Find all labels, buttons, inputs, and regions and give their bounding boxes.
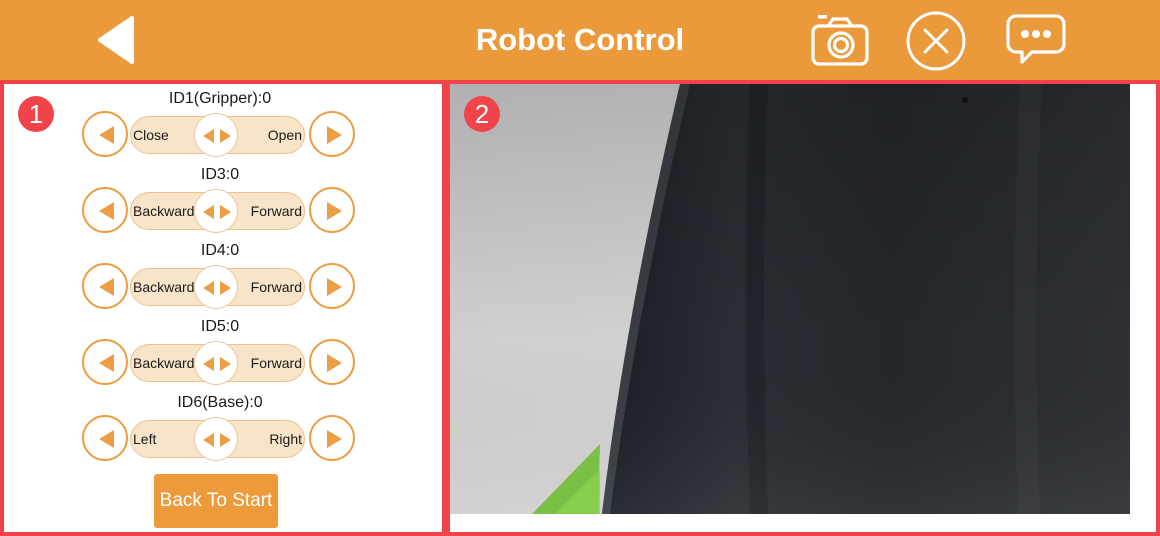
snapshot-button[interactable] xyxy=(808,12,872,70)
camera-feed-image xyxy=(450,84,1130,514)
joint-label: ID5:0 xyxy=(200,318,240,335)
joint-slider[interactable]: Close Open xyxy=(130,113,305,157)
left-triangle-icon xyxy=(99,354,114,372)
slider-min-label: Close xyxy=(133,127,169,143)
increase-button[interactable] xyxy=(309,339,355,385)
left-right-arrows-icon xyxy=(203,129,231,143)
joint-label: ID4:0 xyxy=(200,242,240,259)
stop-button[interactable] xyxy=(904,10,968,71)
camera-panel: 2 xyxy=(446,80,1160,536)
left-triangle-icon xyxy=(99,202,114,220)
decrease-button[interactable] xyxy=(82,339,128,385)
joint-control-gripper: ID1(Gripper):0 Close Open xyxy=(80,89,360,165)
left-right-arrows-icon xyxy=(203,433,231,447)
section-badge: 1 xyxy=(18,96,54,132)
right-triangle-icon xyxy=(327,354,342,372)
feed-margin xyxy=(450,514,1156,532)
increase-button[interactable] xyxy=(309,111,355,157)
slider-handle[interactable] xyxy=(194,341,238,385)
right-triangle-icon xyxy=(327,126,342,144)
increase-button[interactable] xyxy=(309,415,355,461)
left-triangle-icon xyxy=(99,430,114,448)
joint-control-id3: ID3:0 Backward Forward xyxy=(80,165,360,241)
slider-max-label: Forward xyxy=(250,355,302,371)
left-right-arrows-icon xyxy=(203,205,231,219)
slider-min-label: Backward xyxy=(133,355,195,371)
joint-control-id4: ID4:0 Backward Forward xyxy=(80,241,360,317)
slider-handle[interactable] xyxy=(194,417,238,461)
joint-slider[interactable]: Left Right xyxy=(130,417,305,461)
page-title: Robot Control xyxy=(475,22,685,57)
increase-button[interactable] xyxy=(309,187,355,233)
back-to-start-button[interactable]: Back To Start xyxy=(154,474,278,528)
chat-button[interactable] xyxy=(1004,12,1068,70)
slider-max-label: Forward xyxy=(250,279,302,295)
slider-max-label: Forward xyxy=(250,203,302,219)
close-circle-icon xyxy=(906,11,966,71)
right-triangle-icon xyxy=(327,278,342,296)
joint-label: ID6(Base):0 xyxy=(177,394,263,411)
camera-feed xyxy=(450,84,1130,514)
right-triangle-icon xyxy=(327,202,342,220)
decrease-button[interactable] xyxy=(82,415,128,461)
slider-handle[interactable] xyxy=(194,265,238,309)
joint-control-id5: ID5:0 Backward Forward xyxy=(80,317,360,393)
left-triangle-icon xyxy=(99,126,114,144)
left-right-arrows-icon xyxy=(203,357,231,371)
slider-min-label: Backward xyxy=(133,279,195,295)
joint-slider[interactable]: Backward Forward xyxy=(130,341,305,385)
slider-handle[interactable] xyxy=(194,189,238,233)
slider-handle[interactable] xyxy=(194,113,238,157)
decrease-button[interactable] xyxy=(82,111,128,157)
joint-control-panel: 1 ID1(Gripper):0 Close Open ID3:0 Backwa… xyxy=(0,80,446,536)
right-triangle-icon xyxy=(327,430,342,448)
slider-min-label: Backward xyxy=(133,203,195,219)
slider-min-label: Left xyxy=(133,431,157,447)
slider-max-label: Open xyxy=(267,127,302,143)
joint-slider[interactable]: Backward Forward xyxy=(130,265,305,309)
decrease-button[interactable] xyxy=(82,263,128,309)
back-arrow-icon xyxy=(98,16,134,64)
left-triangle-icon xyxy=(99,278,114,296)
joint-slider[interactable]: Backward Forward xyxy=(130,189,305,233)
slider-max-label: Right xyxy=(269,431,302,447)
chat-bubble-icon xyxy=(1006,14,1066,64)
camera-icon xyxy=(811,15,869,66)
joint-label: ID1(Gripper):0 xyxy=(168,90,272,107)
decrease-button[interactable] xyxy=(82,187,128,233)
back-button[interactable] xyxy=(96,16,136,64)
top-bar: Robot Control xyxy=(0,0,1160,80)
left-right-arrows-icon xyxy=(203,281,231,295)
section-badge: 2 xyxy=(464,96,500,132)
increase-button[interactable] xyxy=(309,263,355,309)
joint-control-base: ID6(Base):0 Left Right xyxy=(80,393,360,469)
joint-label: ID3:0 xyxy=(200,166,240,183)
